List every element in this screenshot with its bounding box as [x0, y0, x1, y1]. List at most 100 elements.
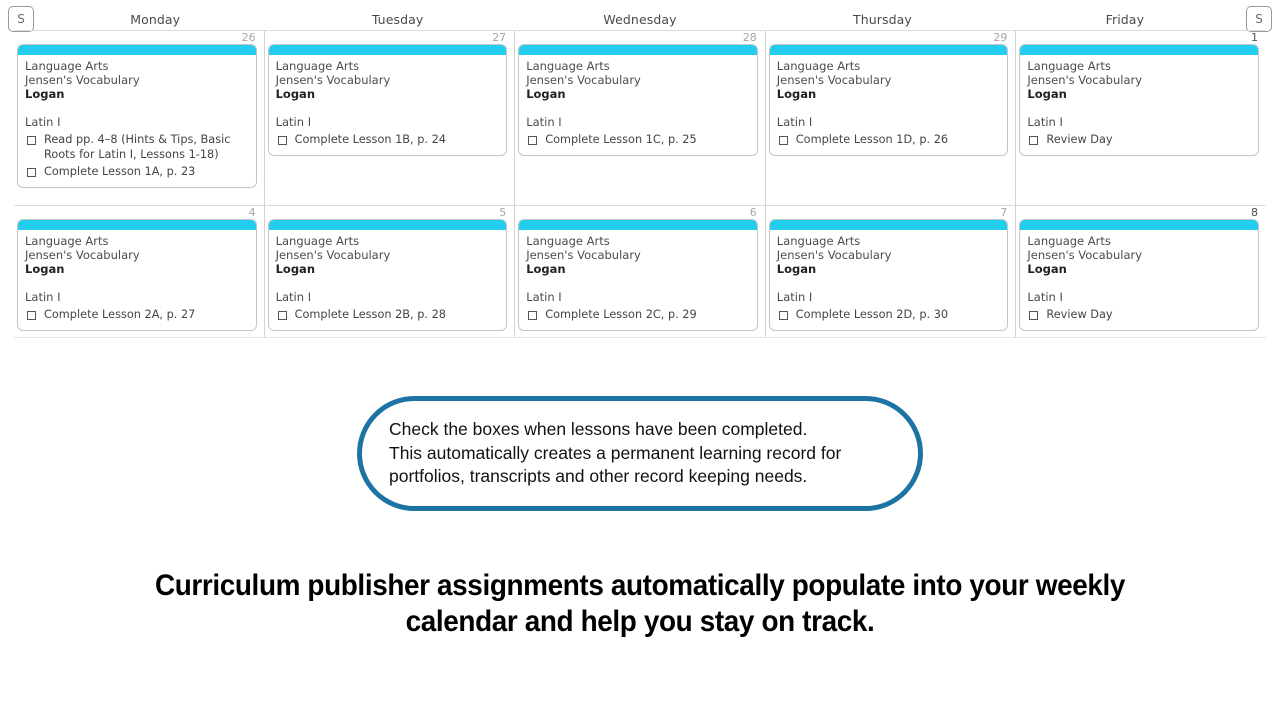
day-column[interactable]: 6 Language Arts Jensen's Vocabulary Logan La…	[515, 206, 766, 337]
page-headline: Curriculum publisher assignments automat…	[45, 568, 1235, 640]
checkbox-icon[interactable]	[778, 311, 788, 321]
event-student-name: Logan	[776, 262, 817, 277]
checkbox-icon[interactable]	[528, 311, 538, 321]
event-student-name: Logan	[526, 87, 566, 102]
event-card-accent-bar	[769, 220, 1008, 230]
event-subject: Language Arts	[526, 59, 610, 73]
event-card[interactable]: Language Arts Jensen's Vocabulary Logan Lat…	[1019, 219, 1259, 331]
checkbox-icon[interactable]	[27, 311, 36, 321]
event-curriculum: Jensen's Vocabulary	[776, 247, 892, 262]
callout-text: Check the boxes when lessons have been c…	[362, 418, 861, 489]
checkbox-icon[interactable]	[27, 168, 36, 178]
event-card-body: Language Arts Jensen's Vocabulary Logan Lat…	[269, 230, 507, 330]
event-card[interactable]: Language Arts Jensen's Vocabulary Logan Lat…	[267, 219, 508, 331]
callout-line: Check the boxes when lessons have been c…	[389, 419, 808, 440]
assignment-item[interactable]: Complete Lesson 1C, p. 25	[526, 133, 750, 148]
saturday-toggle-button[interactable]: S	[8, 6, 34, 32]
event-card-body: Language Arts Jensen's Vocabulary Logan Lat…	[770, 230, 1008, 330]
day-column[interactable]: 7 Language Arts Jensen's Vocabulary Logan La…	[766, 206, 1017, 337]
checkbox-icon[interactable]	[277, 136, 287, 146]
assignment-list: Complete Lesson 1B, p. 24	[276, 133, 500, 148]
headline-line: Curriculum publisher assignments automat…	[154, 569, 1126, 602]
assignment-list: Complete Lesson 1D, p. 26	[777, 133, 1001, 148]
event-course: Latin I	[25, 290, 61, 305]
event-student-name: Logan	[1027, 87, 1067, 102]
checkbox-icon[interactable]	[277, 311, 287, 321]
checkbox-icon[interactable]	[1029, 136, 1039, 146]
event-card-body: Language Arts Jensen's Vocabulary Logan Lat…	[519, 230, 757, 330]
assignment-list: Review Day	[1027, 308, 1251, 323]
event-card-body: Language Arts Jensen's Vocabulary Logan Lat…	[18, 230, 256, 330]
day-column[interactable]: 1 Language Arts Jensen's Vocabulary Logan La…	[1016, 31, 1266, 205]
event-card-body: Language Arts Jensen's Vocabulary Logan Lat…	[269, 55, 507, 155]
calendar-week-row: 26 Language Arts Jensen's Vocabulary Logan L…	[14, 30, 1266, 205]
event-card[interactable]: Language Arts Jensen's Vocabulary Logan Lat…	[518, 219, 758, 331]
assignment-label: Complete Lesson 1D, p. 26	[795, 133, 949, 147]
assignment-list: Complete Lesson 1C, p. 25	[526, 133, 750, 148]
event-subject: Language Arts	[25, 234, 109, 248]
assignment-item[interactable]: Complete Lesson 1B, p. 24	[276, 133, 500, 148]
assignment-label: Read pp. 4–8 (Hints & Tips, Basic Roots …	[44, 133, 231, 161]
assignment-label: Complete Lesson 1A, p. 23	[44, 165, 196, 179]
assignment-list: Read pp. 4–8 (Hints & Tips, Basic Roots …	[25, 133, 249, 180]
event-card[interactable]: Language Arts Jensen's Vocabulary Logan Lat…	[17, 44, 257, 188]
assignment-item[interactable]: Complete Lesson 2C, p. 29	[526, 308, 750, 323]
checkbox-icon[interactable]	[1029, 311, 1039, 321]
event-card-accent-bar	[268, 45, 507, 55]
event-curriculum: Jensen's Vocabulary	[1027, 72, 1143, 87]
event-card[interactable]: Language Arts Jensen's Vocabulary Logan Lat…	[518, 44, 758, 156]
event-course: Latin I	[275, 290, 312, 305]
date-number: 26	[241, 31, 256, 44]
assignment-list: Complete Lesson 2B, p. 28	[276, 308, 500, 323]
event-card[interactable]: Language Arts Jensen's Vocabulary Logan Lat…	[768, 44, 1009, 156]
weekday-label-thursday: Thursday	[852, 11, 912, 27]
event-student-name: Logan	[25, 262, 65, 277]
event-subject: Language Arts	[526, 234, 610, 248]
date-number: 27	[492, 31, 507, 44]
checkbox-icon[interactable]	[27, 136, 36, 146]
event-curriculum: Jensen's Vocabulary	[25, 72, 140, 87]
assignment-label: Review Day	[1046, 308, 1113, 322]
assignment-item[interactable]: Read pp. 4–8 (Hints & Tips, Basic Roots …	[25, 133, 249, 162]
event-curriculum: Jensen's Vocabulary	[776, 72, 892, 87]
assignment-item[interactable]: Review Day	[1027, 308, 1251, 323]
checkbox-icon[interactable]	[778, 136, 788, 146]
event-curriculum: Jensen's Vocabulary	[275, 247, 391, 262]
event-card[interactable]: Language Arts Jensen's Vocabulary Logan Lat…	[768, 219, 1009, 331]
date-number: 7	[1000, 206, 1008, 219]
event-course: Latin I	[1027, 115, 1063, 130]
day-column[interactable]: 8 Language Arts Jensen's Vocabulary Logan La…	[1016, 206, 1266, 337]
assignment-label: Complete Lesson 1C, p. 25	[545, 133, 697, 147]
day-column[interactable]: 4 Language Arts Jensen's Vocabulary Logan La…	[14, 206, 265, 337]
day-column[interactable]: 5 Language Arts Jensen's Vocabulary Logan La…	[265, 206, 516, 337]
event-subject: Language Arts	[776, 234, 861, 248]
checkbox-icon[interactable]	[528, 136, 538, 146]
sunday-toggle-button[interactable]: S	[1246, 6, 1272, 32]
event-card[interactable]: Language Arts Jensen's Vocabulary Logan Lat…	[1019, 44, 1259, 156]
event-card[interactable]: Language Arts Jensen's Vocabulary Logan Lat…	[17, 219, 257, 331]
day-column[interactable]: 29 Language Arts Jensen's Vocabulary Logan L…	[766, 31, 1017, 205]
event-card-accent-bar	[519, 220, 757, 230]
assignment-item[interactable]: Complete Lesson 2A, p. 27	[25, 308, 249, 323]
day-column[interactable]: 27 Language Arts Jensen's Vocabulary Logan L…	[265, 31, 516, 205]
event-card-body: Language Arts Jensen's Vocabulary Logan Lat…	[1020, 230, 1258, 330]
event-student-name: Logan	[275, 87, 316, 102]
assignment-item[interactable]: Complete Lesson 1A, p. 23	[25, 165, 249, 180]
assignment-list: Complete Lesson 2D, p. 30	[777, 308, 1001, 323]
assignment-label: Complete Lesson 2C, p. 29	[545, 308, 697, 322]
assignment-label: Complete Lesson 2A, p. 27	[44, 308, 196, 322]
day-column[interactable]: 28 Language Arts Jensen's Vocabulary Logan L…	[515, 31, 766, 205]
day-column[interactable]: 26 Language Arts Jensen's Vocabulary Logan L…	[14, 31, 265, 205]
assignment-item[interactable]: Complete Lesson 2B, p. 28	[276, 308, 500, 323]
event-card-body: Language Arts Jensen's Vocabulary Logan Lat…	[519, 55, 757, 155]
assignment-item[interactable]: Review Day	[1027, 133, 1251, 148]
assignment-item[interactable]: Complete Lesson 2D, p. 30	[777, 308, 1001, 323]
assignment-list: Review Day	[1027, 133, 1251, 148]
event-card[interactable]: Language Arts Jensen's Vocabulary Logan Lat…	[267, 44, 508, 156]
event-student-name: Logan	[25, 87, 65, 102]
event-curriculum: Jensen's Vocabulary	[526, 247, 641, 262]
event-subject: Language Arts	[275, 234, 360, 248]
assignment-list: Complete Lesson 2A, p. 27	[25, 308, 249, 323]
assignment-label: Complete Lesson 1B, p. 24	[294, 133, 446, 147]
assignment-item[interactable]: Complete Lesson 1D, p. 26	[777, 133, 1001, 148]
